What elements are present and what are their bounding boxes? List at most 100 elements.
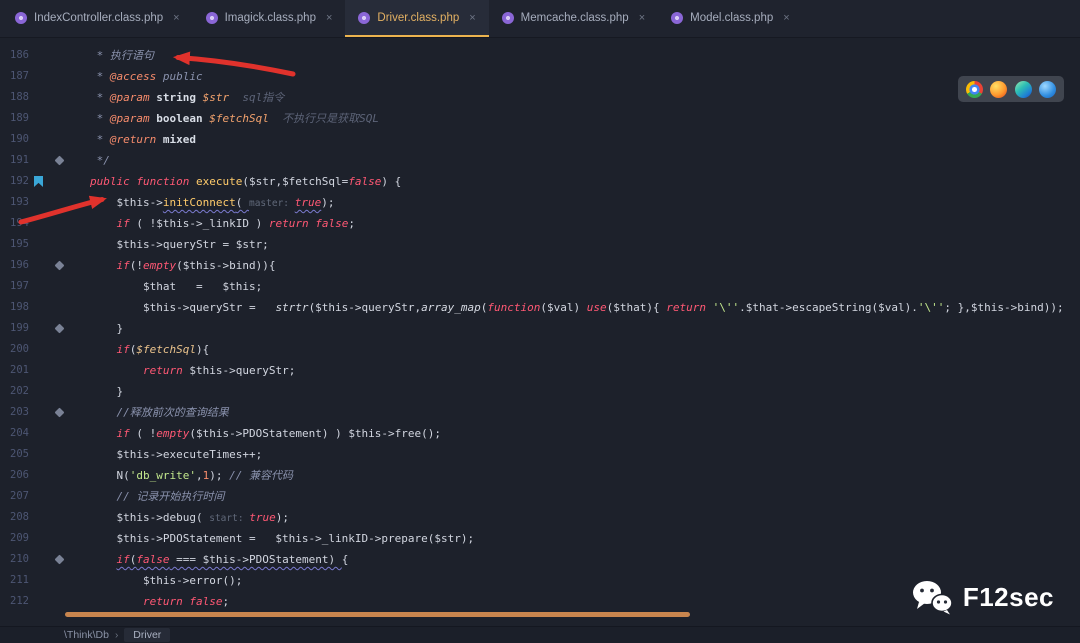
breadcrumb-root[interactable]: \Think\Db — [64, 629, 109, 641]
fold-marker-icon[interactable] — [54, 407, 65, 418]
fold-marker-icon[interactable] — [54, 323, 65, 334]
breadcrumb-item[interactable]: Driver — [124, 628, 171, 642]
code-row[interactable]: 204 if ( !empty($this->PDOStatement) ) $… — [0, 423, 1080, 444]
code-row[interactable]: 202 } — [0, 381, 1080, 402]
code-row[interactable]: 189 * @param boolean $fetchSql 不执行只是获取SQ… — [0, 108, 1080, 129]
gutter-slot — [56, 339, 82, 360]
line-number: 199 — [10, 322, 29, 334]
close-icon[interactable]: × — [326, 12, 332, 24]
gutter-slot — [34, 129, 56, 150]
line-number: 207 — [10, 490, 29, 502]
code-row[interactable]: 206 N('db_write',1); // 兼容代码 — [0, 465, 1080, 486]
blue-browser-icon[interactable] — [1039, 80, 1057, 98]
edge-icon[interactable] — [1014, 80, 1032, 98]
code-row[interactable]: 194 if ( !$this->_linkID ) return false; — [0, 213, 1080, 234]
code-line: } — [90, 322, 124, 335]
code-row[interactable]: 205 $this->executeTimes++; — [0, 444, 1080, 465]
code-row[interactable]: 191 */ — [0, 150, 1080, 171]
gutter-slot — [34, 465, 56, 486]
close-icon[interactable]: × — [783, 12, 789, 24]
php-class-icon — [15, 11, 27, 24]
gutter-slot — [56, 234, 82, 255]
tab-label: Driver.class.php — [377, 11, 460, 24]
code-row[interactable]: 199 } — [0, 318, 1080, 339]
php-class-icon — [501, 11, 514, 24]
horizontal-scrollbar[interactable] — [65, 612, 690, 617]
close-icon[interactable]: × — [469, 12, 475, 24]
chrome-icon[interactable] — [965, 80, 983, 98]
gutter-slot — [34, 381, 56, 402]
fold-marker-icon[interactable] — [54, 260, 65, 271]
code-line: return false; — [142, 595, 230, 608]
gutter-slot — [56, 423, 82, 444]
code-line: * @param string $str sql指令 — [90, 91, 285, 104]
gutter-slot — [56, 381, 82, 402]
gutter-slot — [34, 192, 56, 213]
line-number: 192 — [10, 175, 29, 187]
line-number: 194 — [10, 217, 29, 229]
line-number: 204 — [10, 427, 29, 439]
code-row[interactable]: 208 $this->debug( start: true); — [0, 507, 1080, 528]
gutter-slot — [56, 66, 82, 87]
code-line: if($fetchSql){ — [116, 343, 210, 356]
gutter-slot — [34, 45, 56, 66]
code-row[interactable]: 198 $this->queryStr = strtr($this->query… — [0, 297, 1080, 318]
gutter-slot — [56, 87, 82, 108]
gutter-slot — [54, 150, 82, 171]
tab-Driver-class-php[interactable]: Driver.class.php × — [345, 0, 489, 37]
code-row[interactable]: 190 * @return mixed — [0, 129, 1080, 150]
line-number: 197 — [10, 280, 29, 292]
code-row[interactable]: 209 $this->PDOStatement = $this->_linkID… — [0, 528, 1080, 549]
tab-Imagick-class-php[interactable]: Imagick.class.php × — [193, 0, 346, 37]
close-icon[interactable]: × — [639, 12, 645, 24]
code-line: $this->debug( start: true); — [90, 511, 290, 524]
code-row[interactable]: 186 * 执行语句 — [0, 45, 1080, 66]
gutter-slot — [34, 150, 56, 171]
code-row[interactable]: 200 if($fetchSql){ — [0, 339, 1080, 360]
code-row[interactable]: 207 // 记录开始执行时间 — [0, 486, 1080, 507]
php-class-icon — [671, 11, 684, 24]
tab-IndexController-class-php[interactable]: IndexController.class.php × — [2, 0, 193, 37]
gutter-slot — [34, 339, 56, 360]
gutter-slot — [54, 255, 82, 276]
firefox-icon[interactable] — [990, 80, 1008, 98]
line-number: 188 — [10, 91, 29, 103]
close-icon[interactable]: × — [173, 12, 179, 24]
code-row[interactable]: 195 $this->queryStr = $str; — [0, 234, 1080, 255]
gutter-slot — [54, 318, 82, 339]
code-line: $this->PDOStatement = $this->_linkID->pr… — [90, 532, 475, 545]
code-row[interactable]: 188 * @param string $str sql指令 — [0, 87, 1080, 108]
line-number: 212 — [10, 595, 29, 607]
gutter-slot — [34, 528, 56, 549]
code-line: $this->queryStr = strtr($this->queryStr,… — [90, 301, 1064, 314]
gutter-slot — [56, 444, 82, 465]
line-number: 202 — [10, 385, 29, 397]
code-row[interactable]: 210 if(false === $this->PDOStatement) { — [0, 549, 1080, 570]
line-number: 211 — [10, 574, 29, 586]
brand-text: F12sec — [962, 581, 1054, 612]
fold-marker-icon[interactable] — [54, 554, 65, 565]
tab-label: Memcache.class.php — [520, 11, 629, 24]
code-row[interactable]: 197 $that = $this; — [0, 276, 1080, 297]
status-bar: \Think\Db › Driver — [0, 626, 1080, 643]
code-editor[interactable]: 186 * 执行语句 187 * @access public 188 * @par… — [0, 37, 1080, 627]
gutter-slot — [56, 528, 82, 549]
code-row[interactable]: 196 if(!empty($this->bind)){ — [0, 255, 1080, 276]
line-number: 201 — [10, 364, 29, 376]
code-row[interactable]: 201 return $this->queryStr; — [0, 360, 1080, 381]
code-line: //释放前次的查询结果 — [116, 406, 229, 419]
tab-Model-class-php[interactable]: Model.class.php × — [658, 0, 803, 37]
gutter-slot — [56, 591, 82, 612]
code-row[interactable]: 192 public function execute($str,$fetchSq… — [0, 171, 1080, 192]
ide-window: IndexController.class.php × Imagick.class.… — [0, 0, 1080, 643]
gutter-slot — [34, 507, 56, 528]
gutter-marker-icon[interactable] — [34, 176, 43, 187]
tab-Memcache-class-php[interactable]: Memcache.class.php × — [489, 0, 658, 37]
code-row[interactable]: 203 //释放前次的查询结果 — [0, 402, 1080, 423]
code-row[interactable]: 193 $this->initConnect( master: true); — [0, 192, 1080, 213]
code-line: public function execute($str,$fetchSql=f… — [90, 175, 402, 188]
fold-marker-icon[interactable] — [54, 155, 65, 166]
code-line: $this->queryStr = $str; — [90, 238, 269, 251]
code-row[interactable]: 187 * @access public — [0, 66, 1080, 87]
gutter-slot — [34, 66, 56, 87]
